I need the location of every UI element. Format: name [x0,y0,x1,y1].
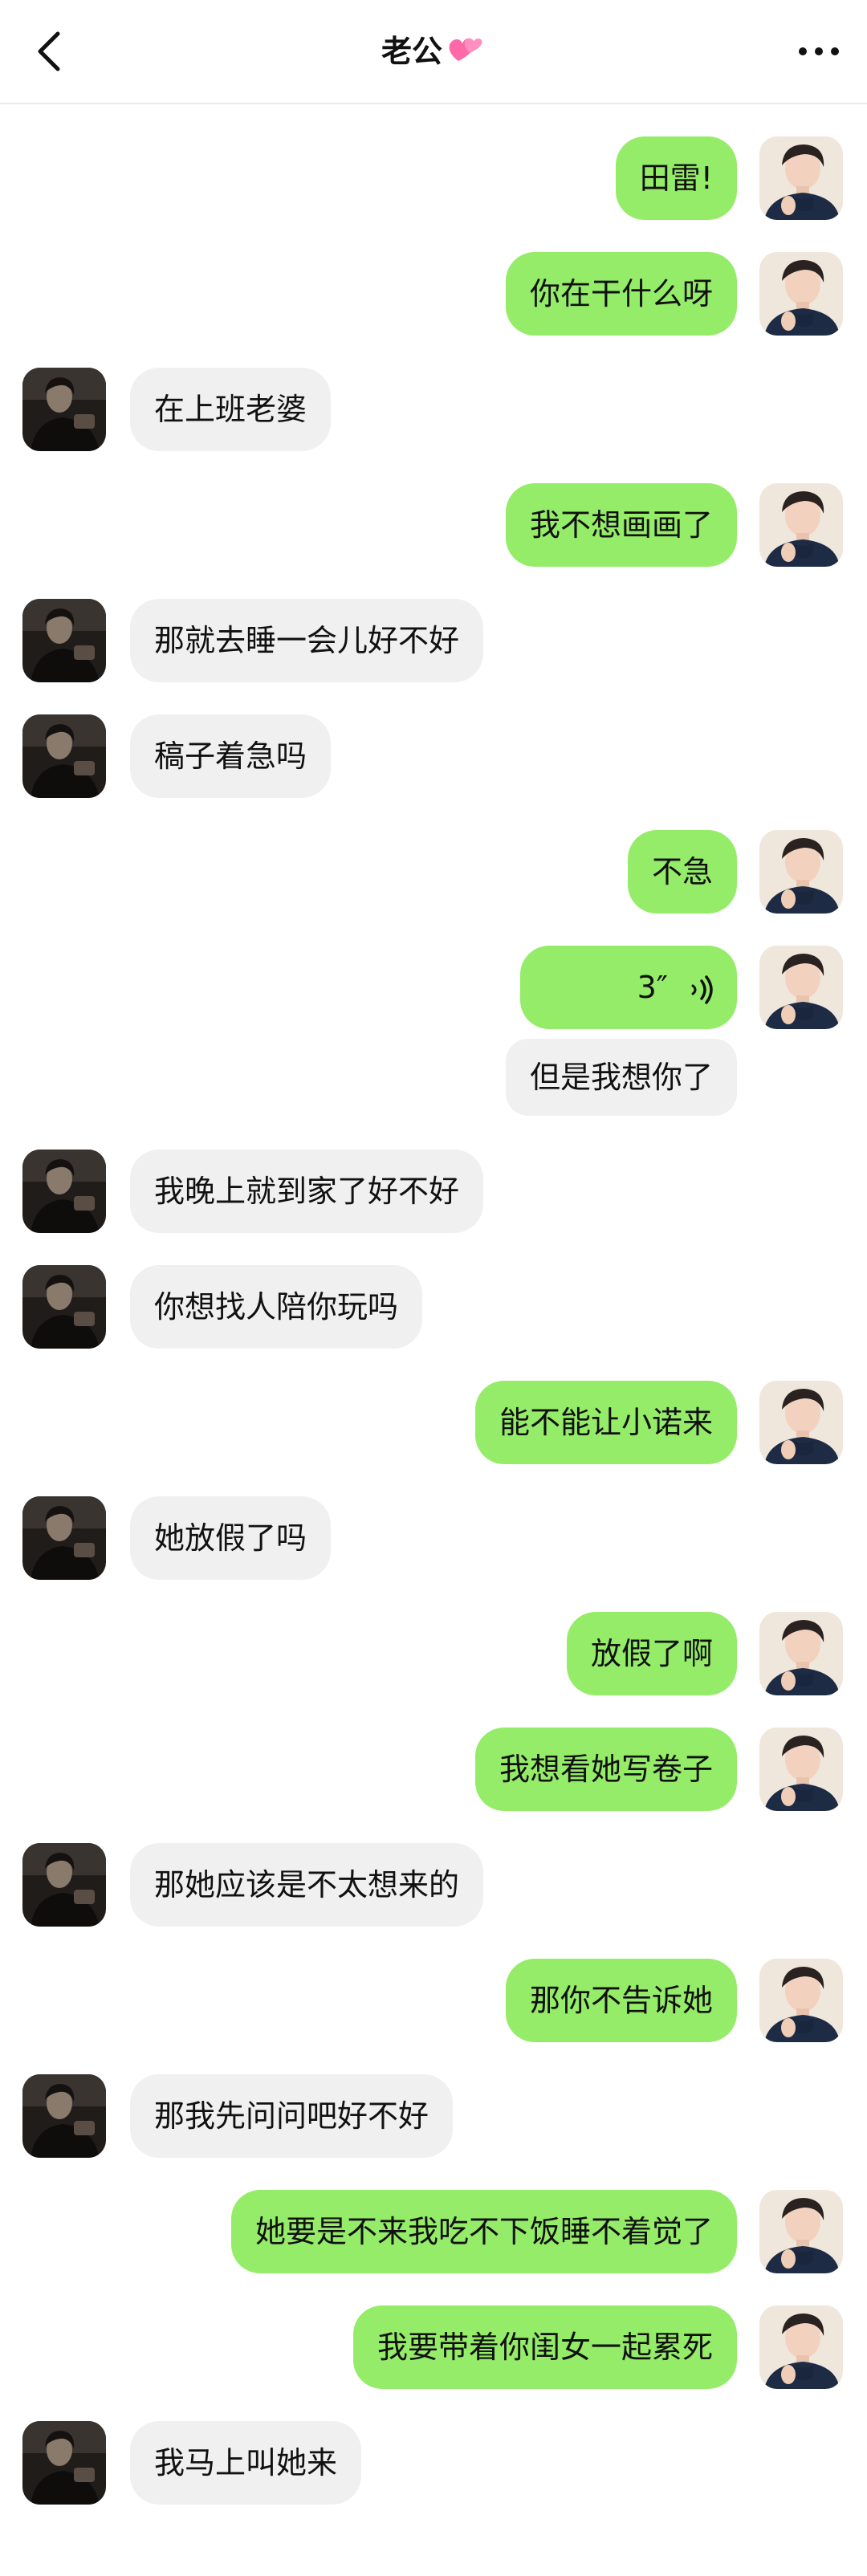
message-row: 我晚上就到家了好不好 [0,1150,867,1233]
avatar[interactable] [759,830,843,914]
more-dots-icon[interactable] [798,45,840,58]
avatar[interactable] [759,1959,843,2042]
avatar[interactable] [22,2421,106,2505]
message-row: 不急 [0,830,867,914]
message-row: 放假了啊 [0,1612,867,1695]
avatar[interactable] [22,599,106,682]
message-row: 我想看她写卷子 [0,1728,867,1811]
message-bubble[interactable]: 她放假了吗 [130,1496,332,1580]
voice-message-bubble[interactable]: 3″ [520,946,737,1029]
avatar[interactable] [759,1728,843,1811]
message-bubble[interactable]: 田雷! [615,136,737,220]
message-bubble[interactable]: 不急 [627,830,737,914]
avatar[interactable] [22,1265,106,1349]
avatar[interactable] [22,1496,106,1580]
message-bubble[interactable]: 我想看她写卷子 [474,1728,737,1811]
chat-header: 老公 [0,0,867,104]
message-bubble[interactable]: 你在干什么呀 [505,252,737,336]
message-row: 我不想画画了 [0,483,867,567]
message-bubble[interactable]: 稿子着急吗 [130,714,332,798]
message-row: 她放假了吗 [0,1496,867,1580]
avatar[interactable] [759,946,843,1029]
chat-title: 老公 [0,29,867,78]
message-bubble[interactable]: 能不能让小诺来 [474,1381,737,1464]
avatar[interactable] [759,136,843,220]
voice-message-row: 3″ [0,946,867,1029]
message-bubble[interactable]: 我晚上就到家了好不好 [130,1150,484,1233]
message-bubble[interactable]: 在上班老婆 [130,368,332,451]
message-bubble[interactable]: 那我先问问吧好不好 [130,2074,454,2158]
message-row: 能不能让小诺来 [0,1381,867,1464]
message-bubble[interactable]: 我不想画画了 [505,483,737,567]
avatar[interactable] [759,2190,843,2273]
avatar[interactable] [22,714,106,798]
voice-wave-icon [691,975,713,1004]
message-bubble[interactable]: 那你不告诉她 [505,1959,737,2042]
avatar[interactable] [22,1150,106,1233]
heart-emoji-icon [446,29,486,78]
avatar[interactable] [759,1612,843,1695]
transcript-row: 但是我想你了 [0,1039,867,1116]
contact-name: 老公 [381,34,442,69]
avatar[interactable] [759,483,843,567]
message-bubble[interactable]: 那就去睡一会儿好不好 [130,599,484,682]
message-bubble[interactable]: 那她应该是不太想来的 [130,1843,484,1927]
message-row: 你想找人陪你玩吗 [0,1265,867,1349]
avatar[interactable] [22,368,106,451]
message-row: 我要带着你闺女一起累死 [0,2305,867,2389]
message-row: 田雷! [0,136,867,220]
message-row: 我马上叫她来 [0,2421,867,2505]
avatar[interactable] [22,2074,106,2158]
avatar[interactable] [759,1381,843,1464]
message-bubble[interactable]: 你想找人陪你玩吗 [130,1265,423,1349]
message-row: 那她应该是不太想来的 [0,1843,867,1927]
avatar[interactable] [759,252,843,336]
message-row: 那就去睡一会儿好不好 [0,599,867,682]
message-bubble[interactable]: 她要是不来我吃不下饭睡不着觉了 [230,2190,737,2273]
voice-transcript[interactable]: 但是我想你了 [505,1039,737,1116]
message-bubble[interactable]: 放假了啊 [566,1612,737,1695]
message-row: 她要是不来我吃不下饭睡不着觉了 [0,2190,867,2273]
message-row: 那你不告诉她 [0,1959,867,2042]
message-row: 你在干什么呀 [0,252,867,336]
avatar[interactable] [759,2305,843,2389]
message-bubble[interactable]: 我马上叫她来 [130,2421,362,2505]
message-row: 稿子着急吗 [0,714,867,798]
message-row: 在上班老婆 [0,368,867,451]
message-row: 那我先问问吧好不好 [0,2074,867,2158]
avatar[interactable] [22,1843,106,1927]
voice-duration: 3″ [637,970,668,1005]
message-bubble[interactable]: 我要带着你闺女一起累死 [352,2305,737,2389]
